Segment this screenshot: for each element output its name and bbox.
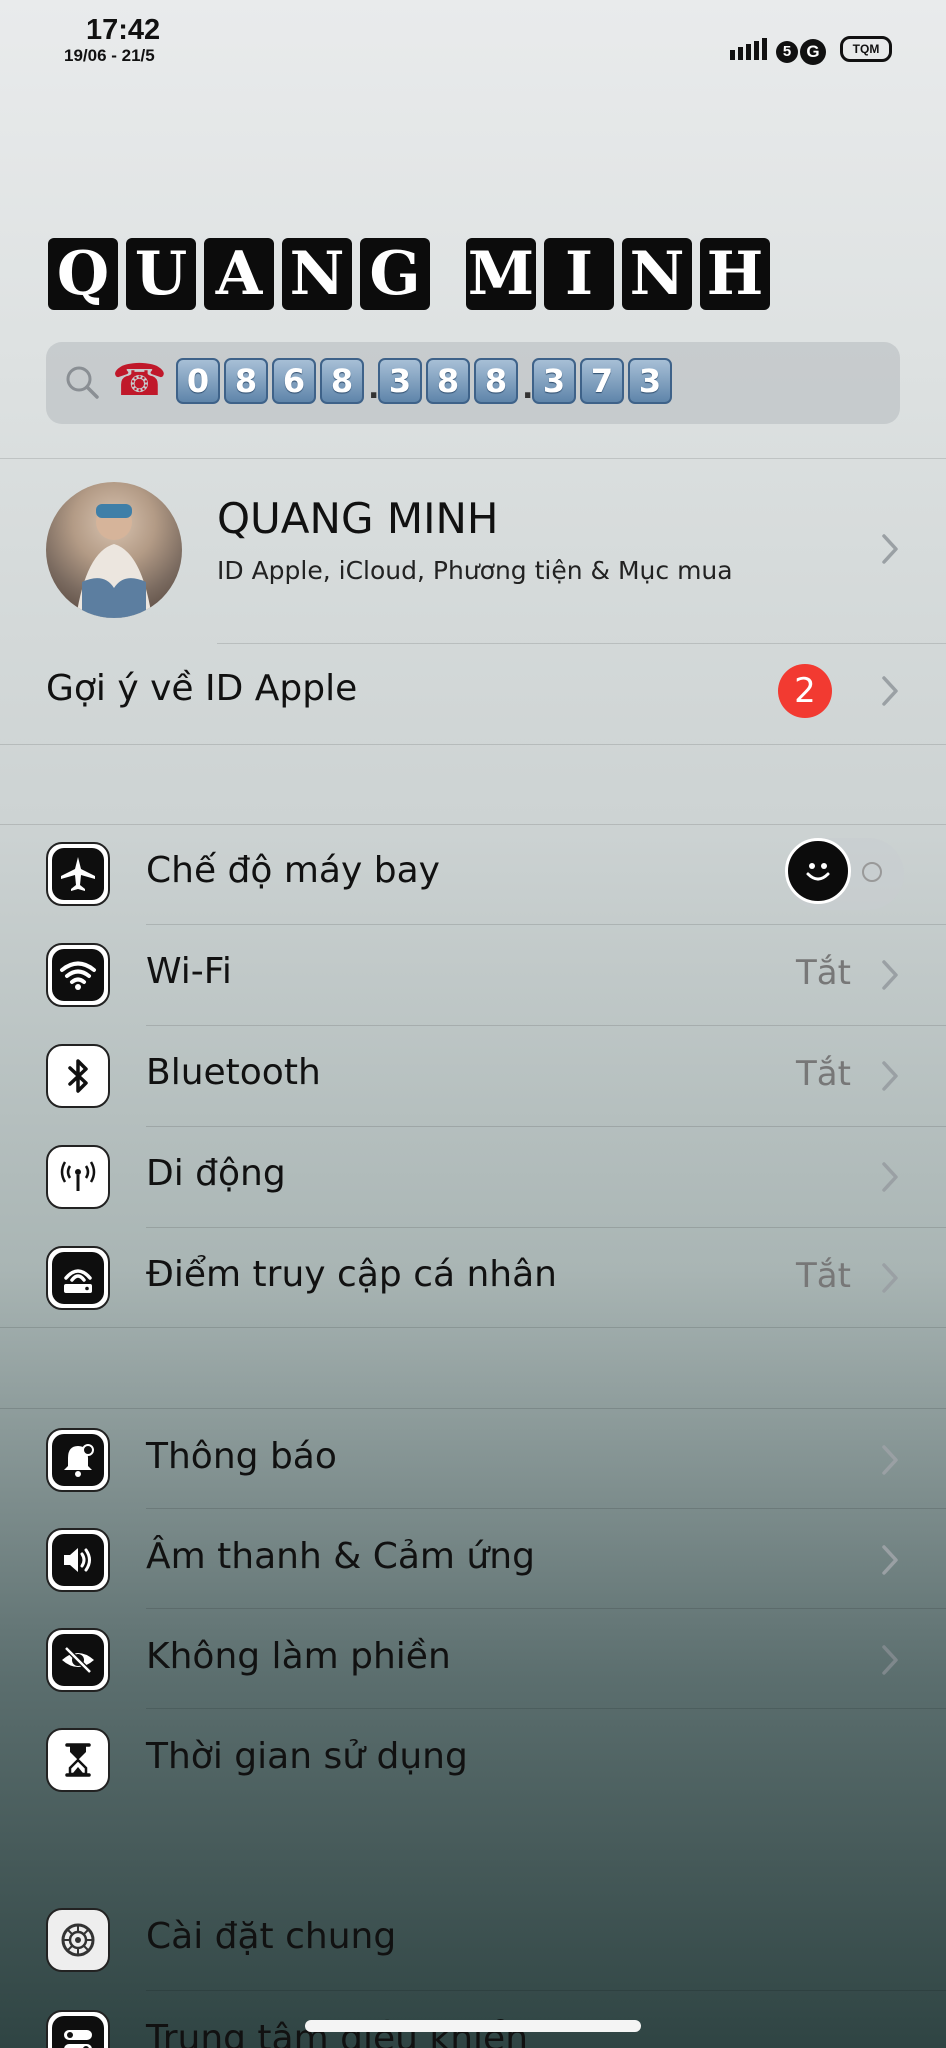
title-letter: N [282, 238, 352, 310]
avatar [46, 482, 182, 618]
chevron-right-icon [880, 532, 900, 566]
hourglass-icon [46, 1728, 110, 1792]
chevron-right-icon [880, 1643, 900, 1677]
row-label: Điểm truy cập cá nhân [146, 1254, 557, 1295]
row-label: Không làm phiền [146, 1636, 451, 1677]
bluetooth-row[interactable]: Bluetooth Tắt [0, 1026, 946, 1126]
general-settings-row[interactable]: Cài đặt chung [0, 1890, 946, 1990]
title-letter: H [700, 238, 770, 310]
digit-separator: . [368, 371, 380, 406]
row-label: Chế độ máy bay [146, 850, 440, 891]
title-letter: A [204, 238, 274, 310]
control-center-icon [46, 2010, 110, 2048]
row-label: Wi-Fi [146, 951, 232, 992]
cellular-row[interactable]: Di động [0, 1127, 946, 1227]
airplane-mode-row[interactable]: Chế độ máy bay [0, 826, 946, 924]
digit-key: 3 [532, 358, 576, 404]
page-title: Q U A N G M I N H [48, 238, 770, 310]
divider [0, 458, 946, 459]
airplane-mode-toggle[interactable] [785, 838, 904, 910]
divider [0, 824, 946, 825]
status-date: 19/06 - 21/5 [64, 46, 155, 65]
title-letter: N [622, 238, 692, 310]
status-time: 17:42 [86, 14, 161, 46]
apple-id-suggestions-row[interactable]: Gợi ý về ID Apple 2 [0, 644, 946, 742]
profile-row[interactable]: QUANG MINH ID Apple, iCloud, Phương tiện… [0, 460, 946, 640]
status-bar: 17:42 19/06 - 21/5 5G TQM [0, 0, 946, 80]
profile-subtitle: ID Apple, iCloud, Phương tiện & Mục mua [217, 556, 733, 585]
notification-badge: 2 [778, 664, 832, 718]
digit-key: 6 [272, 358, 316, 404]
chevron-right-icon [880, 1160, 900, 1194]
chevron-right-icon [880, 1443, 900, 1477]
speaker-icon [46, 1528, 110, 1592]
chevron-right-icon [880, 674, 900, 708]
divider [0, 1408, 946, 1409]
smiley-face-icon [785, 838, 851, 904]
row-label: Bluetooth [146, 1052, 321, 1093]
do-not-disturb-row[interactable]: Không làm phiền [0, 1610, 946, 1710]
cellular-antenna-icon [46, 1145, 110, 1209]
personal-hotspot-row[interactable]: Điểm truy cập cá nhân Tắt [0, 1228, 946, 1328]
digit-key: 8 [320, 358, 364, 404]
bluetooth-icon [46, 1044, 110, 1108]
row-label: Thời gian sử dụng [146, 1736, 468, 1777]
search-icon [66, 366, 99, 399]
digit-key: 8 [224, 358, 268, 404]
divider [146, 1708, 946, 1709]
divider [146, 1508, 946, 1509]
battery-icon: TQM [840, 36, 892, 62]
sounds-haptics-row[interactable]: Âm thanh & Cảm ứng [0, 1510, 946, 1610]
digit-key: 8 [426, 358, 470, 404]
row-value: Tắt [796, 1054, 851, 1094]
wifi-icon [46, 943, 110, 1007]
row-label: Di động [146, 1153, 286, 1194]
telephone-icon: ☎ [112, 355, 167, 406]
digit-key: 8 [474, 358, 518, 404]
digit-key: 7 [580, 358, 624, 404]
digit-key: 3 [628, 358, 672, 404]
notifications-row[interactable]: Thông báo [0, 1410, 946, 1510]
row-label: Thông báo [146, 1436, 337, 1477]
bell-icon [46, 1428, 110, 1492]
gear-icon [46, 1908, 110, 1972]
digit-separator: . [522, 371, 534, 406]
title-letter: G [360, 238, 430, 310]
divider [0, 744, 946, 745]
search-input[interactable]: ☎ 0 8 6 8 . 3 8 8 . 3 7 3 [46, 342, 900, 424]
digit-key: 0 [176, 358, 220, 404]
row-value: Tắt [796, 953, 851, 993]
hotspot-icon [46, 1246, 110, 1310]
eye-slash-icon [46, 1628, 110, 1692]
chevron-right-icon [880, 1059, 900, 1093]
network-type-icon: 5G [776, 38, 826, 66]
profile-name: QUANG MINH [217, 494, 499, 543]
screen-time-row[interactable]: Thời gian sử dụng [0, 1710, 946, 1810]
chevron-right-icon [880, 1543, 900, 1577]
title-letter: I [544, 238, 614, 310]
wifi-row[interactable]: Wi-Fi Tắt [0, 925, 946, 1025]
divider [146, 1608, 946, 1609]
divider [146, 1990, 946, 1991]
divider [0, 1327, 946, 1328]
phone-number: 0 8 6 8 . 3 8 8 . 3 7 3 [176, 358, 672, 404]
title-letter: Q [48, 238, 118, 310]
row-label: Gợi ý về ID Apple [46, 668, 358, 709]
title-letter: M [466, 238, 536, 310]
airplane-icon [46, 842, 110, 906]
signal-strength-icon [730, 38, 767, 60]
chevron-right-icon [880, 958, 900, 992]
toggle-off-indicator [862, 862, 882, 882]
title-letter: U [126, 238, 196, 310]
chevron-right-icon [880, 1261, 900, 1295]
row-label: Cài đặt chung [146, 1916, 397, 1957]
digit-key: 3 [378, 358, 422, 404]
row-value: Tắt [796, 1256, 851, 1296]
home-indicator[interactable] [305, 2020, 641, 2032]
row-label: Âm thanh & Cảm ứng [146, 1536, 535, 1577]
